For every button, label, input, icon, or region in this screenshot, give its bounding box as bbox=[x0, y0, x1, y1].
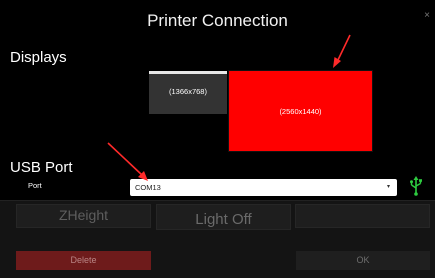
monitor-resolution-label: (1366x768) bbox=[169, 87, 207, 96]
ok-button[interactable]: OK bbox=[296, 251, 430, 270]
monitor-1366x768[interactable]: (1366x768) bbox=[149, 71, 227, 114]
port-value: COM13 bbox=[135, 183, 161, 192]
delete-button[interactable]: Delete bbox=[16, 251, 151, 270]
chevron-down-icon: ▾ bbox=[386, 184, 390, 190]
usb-port-label: USB Port bbox=[10, 159, 73, 176]
printer-connection-dialog: Printer Connection × Displays (1366x768)… bbox=[0, 0, 435, 201]
close-icon[interactable]: × bbox=[421, 10, 433, 24]
displays-label: Displays bbox=[10, 49, 67, 66]
monitor-resolution-label: (2560x1440) bbox=[279, 106, 322, 116]
zheight-button[interactable]: ZHeight bbox=[16, 204, 151, 228]
usb-icon[interactable] bbox=[409, 176, 423, 196]
port-label: Port bbox=[28, 181, 42, 190]
light-toggle-button[interactable]: Light Off bbox=[156, 204, 291, 230]
dialog-title: Printer Connection bbox=[147, 11, 288, 30]
port-select[interactable]: COM13 ▾ bbox=[130, 179, 397, 196]
background-button[interactable] bbox=[295, 204, 430, 228]
monitor-2560x1440[interactable]: (2560x1440) bbox=[228, 70, 373, 152]
